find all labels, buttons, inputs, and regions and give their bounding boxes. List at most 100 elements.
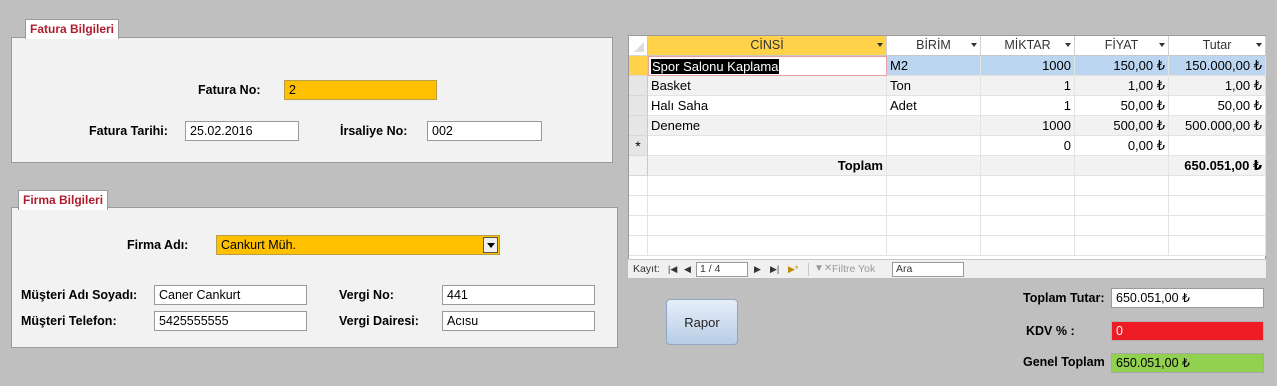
cell-cinsi[interactable]: Deneme <box>648 116 887 136</box>
empty-row <box>629 176 1266 196</box>
cell-miktar[interactable]: 1000 <box>981 116 1075 136</box>
search-input[interactable]: Ara <box>892 262 964 277</box>
sort-arrow-icon[interactable] <box>1159 43 1165 47</box>
empty-cell <box>629 216 648 236</box>
empty-cell <box>629 236 648 256</box>
new-record-icon[interactable]: ▶* <box>788 263 798 275</box>
cell-tutar[interactable]: 500.000,00 ₺ <box>1169 116 1266 136</box>
firma-adi-combo[interactable]: Cankurt Müh. <box>216 235 500 255</box>
cell-cinsi[interactable]: Spor Salonu Kaplama <box>648 56 887 76</box>
cell-miktar[interactable]: 1000 <box>981 56 1075 76</box>
empty-cell <box>1169 176 1266 196</box>
empty-cell <box>1169 216 1266 236</box>
new-record-row[interactable]: * 0 0,00 ₺ <box>629 136 1266 156</box>
sort-arrow-icon[interactable] <box>877 43 883 47</box>
nav-separator <box>808 263 809 276</box>
record-selector[interactable] <box>629 96 648 116</box>
cell-tutar[interactable]: 1,00 ₺ <box>1169 76 1266 96</box>
irsaliye-no-field[interactable]: 002 <box>427 121 542 141</box>
column-header-cinsi-label: CİNSİ <box>750 38 784 52</box>
cell-cinsi[interactable]: Basket <box>648 76 887 96</box>
cell-birim[interactable]: Ton <box>887 76 981 96</box>
cell-fiyat[interactable]: 150,00 ₺ <box>1075 56 1169 76</box>
cell-birim[interactable]: Adet <box>887 96 981 116</box>
empty-cell <box>1075 216 1169 236</box>
cell-fiyat[interactable]: 0,00 ₺ <box>1075 136 1169 156</box>
column-header-fiyat-label: FİYAT <box>1104 38 1139 52</box>
last-record-icon[interactable]: ▶| <box>770 263 779 275</box>
vergi-dairesi-field[interactable]: Acısu <box>442 311 595 331</box>
empty-cell <box>1169 196 1266 216</box>
table-row[interactable]: Basket Ton 1 1,00 ₺ 1,00 ₺ <box>629 76 1266 96</box>
column-header-fiyat[interactable]: FİYAT <box>1075 36 1169 56</box>
new-record-marker[interactable]: * <box>629 136 648 156</box>
vergi-no-field[interactable]: 441 <box>442 285 595 305</box>
table-row[interactable]: Deneme 1000 500,00 ₺ 500.000,00 ₺ <box>629 116 1266 136</box>
cell-tutar[interactable]: 150.000,00 ₺ <box>1169 56 1266 76</box>
firma-adi-label: Firma Adı: <box>127 238 189 252</box>
musteri-telefon-field[interactable]: 5425555555 <box>154 311 307 331</box>
select-all-corner[interactable] <box>629 36 648 56</box>
toplam-tutar-field[interactable]: 650.051,00 ₺ <box>1111 288 1264 308</box>
cell-miktar[interactable]: 1 <box>981 76 1075 96</box>
sort-arrow-icon[interactable] <box>1065 43 1071 47</box>
total-label: Toplam <box>648 156 887 176</box>
filter-status[interactable]: Filtre Yok <box>832 263 875 275</box>
empty-row <box>629 236 1266 256</box>
total-empty-birim <box>887 156 981 176</box>
record-selector[interactable] <box>629 116 648 136</box>
empty-cell <box>648 236 887 256</box>
column-header-birim[interactable]: BİRİM <box>887 36 981 56</box>
invoice-items-grid[interactable]: CİNSİ BİRİM MİKTAR FİYAT Tutar Spor Salo… <box>628 35 1266 278</box>
column-header-tutar[interactable]: Tutar <box>1169 36 1266 56</box>
genel-toplam-field[interactable]: 650.051,00 ₺ <box>1111 353 1264 373</box>
column-header-tutar-label: Tutar <box>1202 38 1232 52</box>
empty-cell <box>648 176 887 196</box>
cell-birim[interactable] <box>887 116 981 136</box>
empty-cell <box>629 176 648 196</box>
cell-cinsi[interactable] <box>648 136 887 156</box>
chevron-down-icon[interactable] <box>483 237 498 253</box>
total-row-selector <box>629 156 648 176</box>
vergi-no-label: Vergi No: <box>339 288 394 302</box>
total-value: 650.051,00 ₺ <box>1169 156 1266 176</box>
record-selector[interactable] <box>629 76 648 96</box>
empty-cell <box>1075 236 1169 256</box>
kdv-label: KDV % : <box>1026 324 1075 338</box>
empty-cell <box>648 196 887 216</box>
fatura-tarihi-label: Fatura Tarihi: <box>89 124 168 138</box>
cell-fiyat[interactable]: 1,00 ₺ <box>1075 76 1169 96</box>
cell-birim[interactable]: M2 <box>887 56 981 76</box>
sort-arrow-icon[interactable] <box>971 43 977 47</box>
record-navigation-bar: Kayıt: |◀ ◀ 1 / 4 ▶ ▶| ▶* ▼✕ Filtre Yok … <box>628 259 1266 278</box>
cell-fiyat[interactable]: 50,00 ₺ <box>1075 96 1169 116</box>
fatura-no-field[interactable]: 2 <box>284 80 437 100</box>
previous-record-icon[interactable]: ◀ <box>684 263 691 275</box>
column-header-miktar[interactable]: MİKTAR <box>981 36 1075 56</box>
record-selector[interactable] <box>629 56 648 76</box>
rapor-button[interactable]: Rapor <box>666 299 738 345</box>
cell-fiyat[interactable]: 500,00 ₺ <box>1075 116 1169 136</box>
musteri-adi-field[interactable]: Caner Cankurt <box>154 285 307 305</box>
first-record-icon[interactable]: |◀ <box>668 263 677 275</box>
record-position-input[interactable]: 1 / 4 <box>696 262 748 277</box>
next-record-icon[interactable]: ▶ <box>754 263 761 275</box>
table-row[interactable]: Halı Saha Adet 1 50,00 ₺ 50,00 ₺ <box>629 96 1266 116</box>
cell-tutar[interactable] <box>1169 136 1266 156</box>
empty-cell <box>1075 176 1169 196</box>
fatura-tarihi-field[interactable]: 25.02.2016 <box>185 121 299 141</box>
cell-miktar[interactable]: 0 <box>981 136 1075 156</box>
table-row[interactable]: Spor Salonu Kaplama M2 1000 150,00 ₺ 150… <box>629 56 1266 76</box>
column-header-cinsi[interactable]: CİNSİ <box>648 36 887 56</box>
sort-arrow-icon[interactable] <box>1256 43 1262 47</box>
cell-cinsi[interactable]: Halı Saha <box>648 96 887 116</box>
cell-cinsi-text: Spor Salonu Kaplama <box>651 59 780 74</box>
column-header-birim-label: BİRİM <box>916 38 951 52</box>
cell-tutar[interactable]: 50,00 ₺ <box>1169 96 1266 116</box>
filter-icon[interactable]: ▼✕ <box>814 263 832 275</box>
total-empty-fiyat <box>1075 156 1169 176</box>
column-header-miktar-label: MİKTAR <box>1004 38 1051 52</box>
cell-miktar[interactable]: 1 <box>981 96 1075 116</box>
kdv-field[interactable]: 0 <box>1111 321 1264 341</box>
cell-birim[interactable] <box>887 136 981 156</box>
